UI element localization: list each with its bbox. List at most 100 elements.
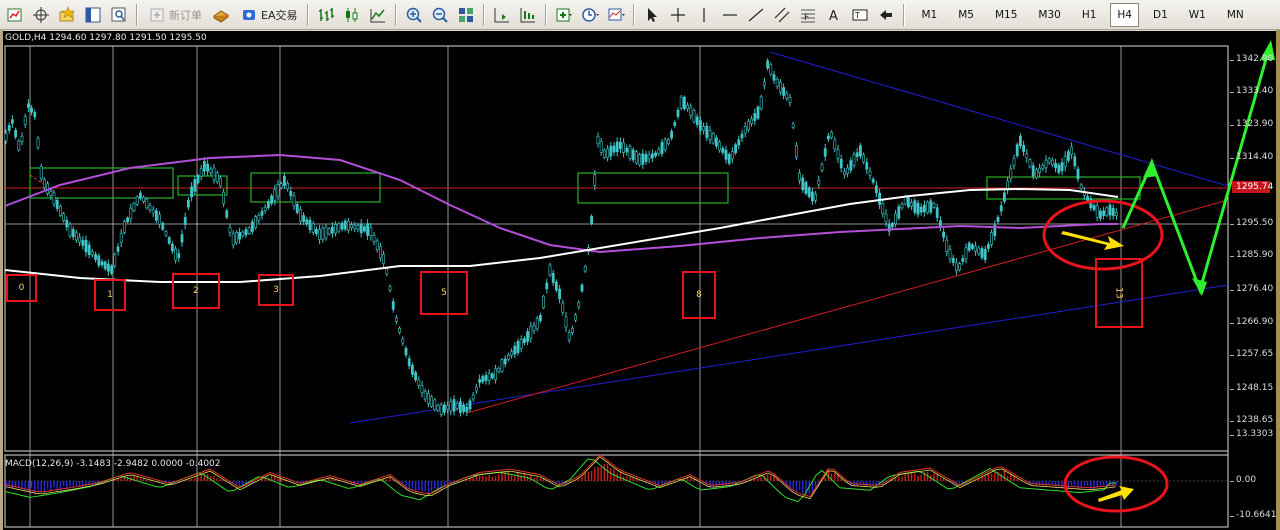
candle-body — [647, 154, 651, 160]
candle-body — [900, 203, 904, 209]
candle-body — [714, 137, 718, 147]
candle-body — [164, 231, 168, 236]
candle-body — [174, 248, 178, 261]
candle-body — [1105, 207, 1109, 216]
candle-body — [977, 247, 981, 254]
candle-body — [682, 96, 686, 110]
candle-body — [932, 203, 936, 208]
candle-body — [916, 202, 920, 215]
wave-label: 13 — [1113, 287, 1124, 299]
candle-body — [116, 246, 120, 252]
candle-body — [1070, 146, 1074, 155]
candle-body — [980, 248, 984, 258]
candle-body — [378, 246, 382, 259]
candle-body — [625, 147, 629, 153]
candle-body — [884, 213, 888, 223]
candle-body — [996, 217, 1000, 222]
candle-body — [606, 148, 610, 158]
candle-body — [119, 233, 123, 243]
candle-body — [1076, 168, 1080, 180]
candle-body — [311, 223, 315, 233]
candle-body — [855, 152, 859, 157]
candle-body — [103, 261, 107, 270]
candle-body — [298, 209, 302, 222]
candle-body — [75, 232, 78, 241]
candle-body — [273, 189, 277, 201]
wave-label: 0 — [18, 283, 25, 293]
forecast-arrowhead-icon — [1192, 278, 1207, 296]
candle-body — [580, 284, 584, 292]
candle-body — [538, 315, 542, 321]
candle-body — [1079, 184, 1083, 189]
candle-body — [970, 244, 974, 249]
candle-body — [71, 229, 75, 238]
candle-body — [935, 207, 939, 218]
candle-body — [1018, 135, 1022, 147]
candle-body — [23, 116, 27, 126]
candle-body — [522, 338, 526, 343]
candle-body — [897, 206, 901, 219]
candle-body — [254, 216, 258, 229]
candle-body — [222, 191, 226, 205]
candle-body — [407, 358, 411, 367]
candle-body — [990, 232, 994, 245]
candle-body — [241, 231, 245, 237]
macd-scale-label: -10.6641 — [1229, 510, 1277, 520]
candle-body — [314, 228, 318, 234]
candle-body — [171, 243, 174, 252]
candle-body — [596, 135, 600, 145]
candle-body — [135, 196, 139, 205]
candle-body — [462, 404, 466, 412]
candle-body — [695, 116, 699, 125]
candle-body — [362, 226, 366, 232]
candle-body — [206, 163, 210, 172]
wave-box: 3 — [258, 274, 294, 306]
candle-body — [251, 221, 254, 232]
candle-body — [410, 364, 414, 375]
candle-body — [785, 92, 789, 99]
candle-body — [151, 209, 155, 214]
candle-body — [308, 219, 312, 231]
candle-body — [263, 206, 267, 211]
candle-body — [235, 232, 238, 244]
upper-trendline — [769, 51, 1229, 187]
chart-canvas[interactable] — [0, 0, 1280, 530]
candle-body — [1115, 212, 1118, 216]
candle-body — [449, 401, 453, 412]
candle-body — [26, 103, 30, 108]
candle-body — [177, 253, 181, 259]
candle-body — [1044, 159, 1048, 169]
candle-body — [676, 109, 680, 117]
candle-body — [187, 199, 190, 208]
candle-body — [238, 232, 242, 240]
candle-body — [1025, 153, 1029, 159]
price-label: 1266.90 — [1229, 317, 1274, 327]
candle-body — [430, 396, 434, 407]
candle-body — [295, 204, 299, 213]
candle-body — [692, 110, 696, 122]
candle-body — [1028, 159, 1032, 168]
candle-body — [446, 405, 450, 410]
candle-body — [545, 282, 549, 290]
candle-body — [532, 325, 536, 331]
candle-body — [215, 172, 219, 183]
candle-body — [769, 63, 773, 75]
price-label: 1333.40 — [1229, 86, 1274, 96]
macd-scale-label: 0.00 — [1229, 475, 1257, 485]
candle-body — [983, 249, 987, 260]
candle-body — [372, 235, 376, 242]
candle-body — [167, 237, 171, 244]
candle-body — [382, 254, 386, 264]
candle-body — [724, 149, 728, 160]
candle-body — [503, 358, 507, 365]
candle-body — [823, 148, 827, 157]
candle-body — [385, 268, 389, 275]
candle-body — [906, 197, 910, 208]
candle-body — [958, 263, 962, 271]
candle-body — [798, 172, 802, 181]
candle-body — [155, 210, 158, 221]
candle-body — [1086, 196, 1090, 201]
candle-body — [478, 379, 482, 383]
candle-body — [494, 368, 498, 380]
candle-body — [100, 261, 104, 266]
